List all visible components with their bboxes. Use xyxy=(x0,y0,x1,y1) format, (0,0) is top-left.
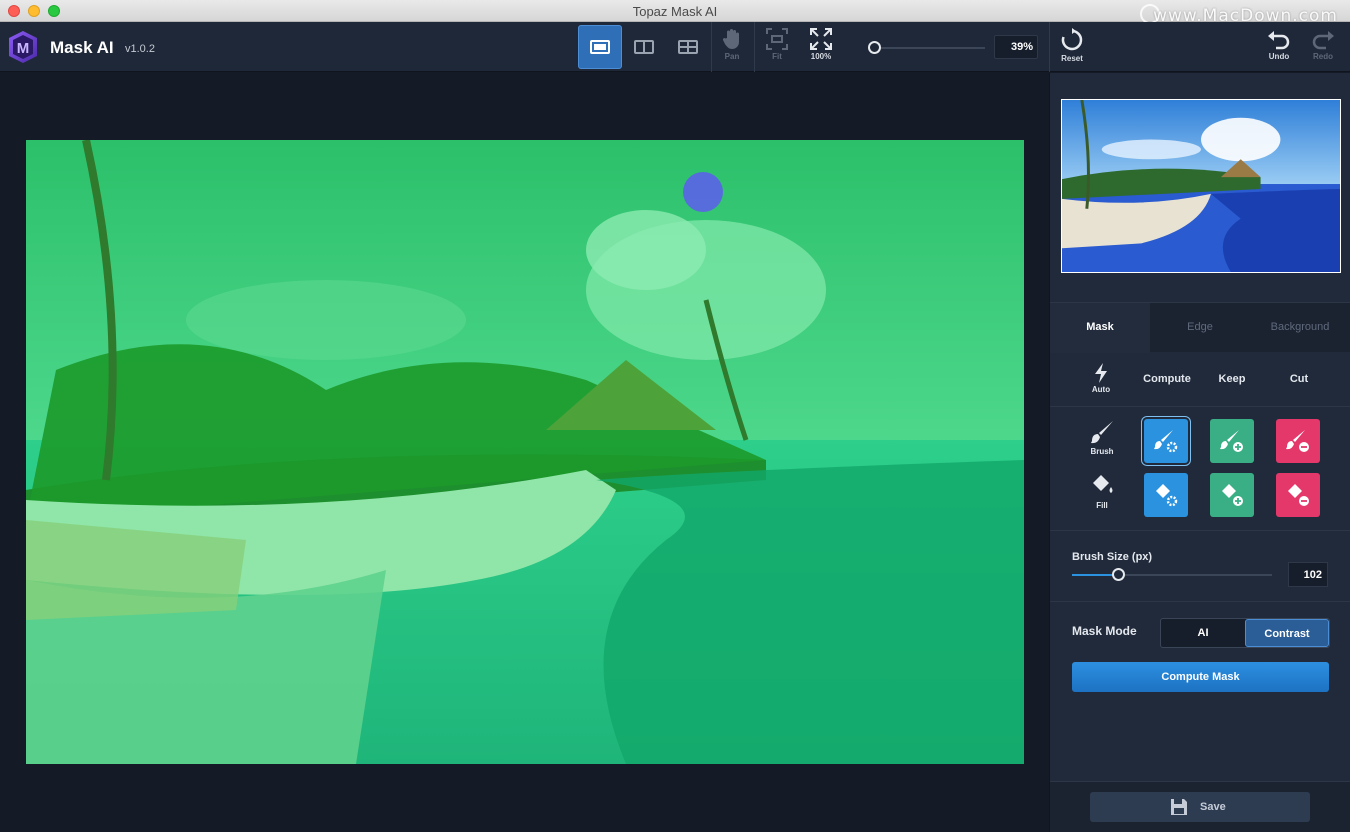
undo-label: Undo xyxy=(1268,52,1290,61)
reset-icon xyxy=(1061,28,1083,51)
compute-column-label: Compute xyxy=(1143,373,1191,385)
mask-mode-ai-option[interactable]: AI xyxy=(1161,619,1245,647)
single-view-button[interactable] xyxy=(578,25,622,69)
toolbar-divider xyxy=(711,22,712,72)
navigator-thumbnail[interactable] xyxy=(1061,99,1341,273)
cut-fill-button[interactable] xyxy=(1276,473,1320,517)
brush-size-value-field[interactable]: 102 xyxy=(1288,562,1328,587)
split-view-button[interactable] xyxy=(622,25,666,69)
full-size-button[interactable]: 100% xyxy=(803,28,839,68)
fill-tool[interactable]: Fill xyxy=(1084,473,1120,510)
cut-brush-button[interactable] xyxy=(1276,419,1320,463)
pan-button[interactable]: Pan xyxy=(714,28,750,68)
image-canvas[interactable] xyxy=(0,73,1049,832)
cut-column-label: Cut xyxy=(1289,373,1309,385)
reset-button[interactable]: Reset xyxy=(1050,28,1094,63)
app-window: Topaz Mask AI www.MacDown.com M Mask AI … xyxy=(0,0,1350,832)
keep-brush-button[interactable] xyxy=(1210,419,1254,463)
paint-bucket-icon xyxy=(1093,475,1113,493)
expand-arrows-icon xyxy=(810,28,832,50)
main-toolbar: M Mask AI v1.0.2 Pan Fit 100% 39% Reset … xyxy=(0,22,1350,72)
brush-minus-icon xyxy=(1286,430,1309,452)
brush-label: Brush xyxy=(1090,447,1114,456)
panel-tabs: Mask Edge Background xyxy=(1050,302,1350,353)
fit-screen-icon xyxy=(766,28,788,50)
pan-label: Pan xyxy=(724,52,740,61)
lightning-bolt-icon xyxy=(1095,363,1107,383)
zoom-slider-track[interactable] xyxy=(870,47,985,49)
brush-size-slider-thumb[interactable] xyxy=(1112,568,1125,581)
redo-label: Redo xyxy=(1313,52,1333,61)
mask-mode-toggle: AI Contrast xyxy=(1160,618,1330,648)
save-bar: Save xyxy=(1050,781,1350,832)
brush-cursor xyxy=(683,172,723,212)
mask-mode-contrast-option[interactable]: Contrast xyxy=(1245,619,1329,647)
zoom-value-field[interactable]: 39% xyxy=(994,35,1038,59)
brush-gear-icon xyxy=(1154,430,1178,453)
bucket-minus-icon xyxy=(1288,484,1309,506)
compute-fill-button[interactable] xyxy=(1144,473,1188,517)
fill-label: Fill xyxy=(1096,501,1108,510)
brush-size-slider-track[interactable] xyxy=(1072,574,1272,576)
compute-brush-button[interactable] xyxy=(1144,419,1188,463)
save-button[interactable]: Save xyxy=(1090,792,1310,822)
compute-mask-button[interactable]: Compute Mask xyxy=(1072,662,1329,692)
single-view-icon xyxy=(590,40,610,54)
brush-tool-grid: Brush Fill xyxy=(1050,407,1350,531)
right-panel: Mask Edge Background Auto Compute Keep C… xyxy=(1049,73,1350,832)
full-size-label: 100% xyxy=(810,52,832,61)
keep-fill-button[interactable] xyxy=(1210,473,1254,517)
tab-background[interactable]: Background xyxy=(1250,303,1350,353)
mask-mode-section: Mask Mode AI Contrast Compute Mask xyxy=(1050,603,1350,703)
save-label: Save xyxy=(1200,801,1226,813)
split-view-icon xyxy=(634,40,654,54)
undo-icon xyxy=(1268,31,1290,50)
bucket-gear-icon xyxy=(1156,484,1178,507)
brush-tool[interactable]: Brush xyxy=(1084,419,1120,456)
app-name: Mask AI xyxy=(50,38,114,57)
mask-mode-label: Mask Mode xyxy=(1072,624,1137,638)
app-version: v1.0.2 xyxy=(125,43,155,55)
reset-label: Reset xyxy=(1061,54,1083,63)
side-by-side-view-button[interactable] xyxy=(666,25,710,69)
title-bar: Topaz Mask AI www.MacDown.com xyxy=(0,0,1350,26)
brush-plus-icon xyxy=(1220,430,1243,452)
brush-size-label: Brush Size (px) xyxy=(1072,551,1153,563)
mask-ai-logo-icon: M xyxy=(9,31,37,63)
zoom-slider-thumb[interactable] xyxy=(867,41,881,54)
redo-icon xyxy=(1312,31,1334,50)
brush-size-section: Brush Size (px) 102 xyxy=(1050,532,1350,602)
redo-button[interactable]: Redo xyxy=(1301,28,1345,61)
fit-label: Fit xyxy=(772,52,782,61)
brush-icon xyxy=(1091,421,1113,444)
keep-column-label: Keep xyxy=(1218,373,1246,385)
masked-photo[interactable] xyxy=(26,140,1024,764)
undo-button[interactable]: Undo xyxy=(1257,28,1301,61)
svg-text:M: M xyxy=(17,40,30,57)
action-header-row: Auto Compute Keep Cut xyxy=(1050,353,1350,407)
fit-button[interactable]: Fit xyxy=(759,28,795,68)
toolbar-divider xyxy=(754,22,755,72)
floppy-disk-icon xyxy=(1171,799,1187,815)
hand-icon xyxy=(722,29,739,49)
tab-mask[interactable]: Mask xyxy=(1050,303,1150,353)
bucket-plus-icon xyxy=(1222,484,1243,506)
auto-label: Auto xyxy=(1091,385,1111,394)
tab-edge[interactable]: Edge xyxy=(1150,303,1250,353)
auto-button[interactable]: Auto xyxy=(1088,363,1114,394)
side-by-side-view-icon xyxy=(678,40,698,54)
